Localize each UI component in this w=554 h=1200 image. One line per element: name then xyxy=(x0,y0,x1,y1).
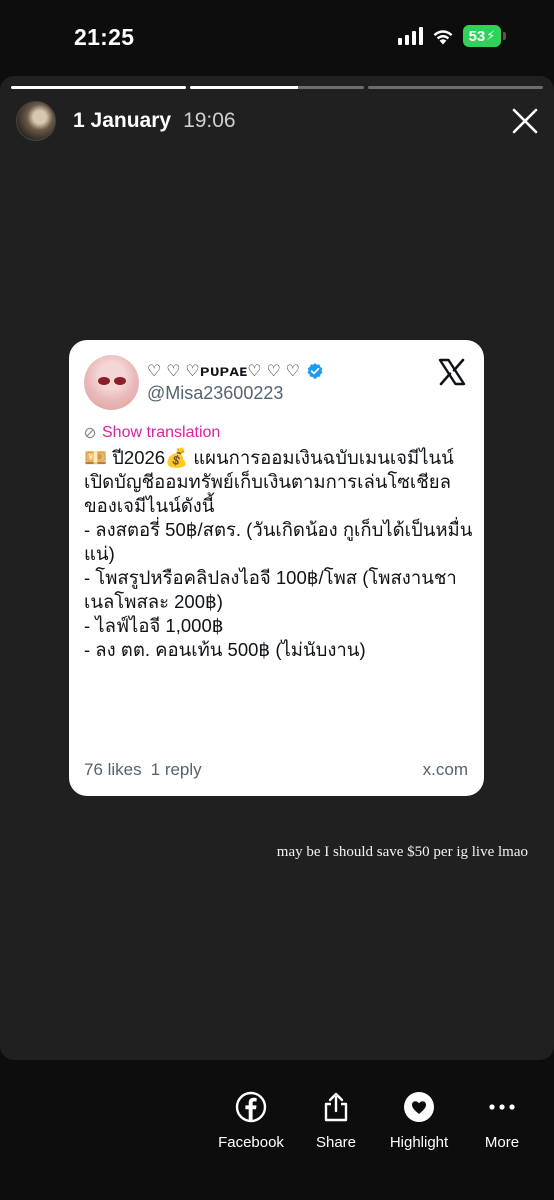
status-bar: 21:25 53 ⚡ xyxy=(0,0,554,74)
story-viewer[interactable]: 1 January 19:06 ♡ ♡ ♡ᴘᴜᴘᴀᴇ♡ ♡ ♡ @Misa236… xyxy=(0,76,554,1060)
close-button[interactable] xyxy=(508,104,542,138)
story-caption: may be I should save $50 per ig live lma… xyxy=(276,844,528,860)
more-button[interactable]: More xyxy=(457,1090,547,1151)
more-label: More xyxy=(484,1134,520,1151)
story-date: 1 January xyxy=(73,109,172,132)
story-actions-bar: Facebook Share Highlight More xyxy=(0,1060,554,1200)
progress-segment xyxy=(189,86,365,89)
tweet-handle: @Misa23600223 xyxy=(147,383,284,403)
status-time: 21:25 xyxy=(74,24,135,50)
highlight-button[interactable]: Highlight xyxy=(374,1090,464,1151)
translate-icon xyxy=(84,427,96,439)
tweet-source[interactable]: x.com xyxy=(423,760,468,780)
battery-level: 53 xyxy=(468,27,486,45)
highlight-heart-icon xyxy=(402,1090,436,1124)
story-author-avatar[interactable] xyxy=(16,101,56,141)
status-icons: 53 ⚡ xyxy=(398,25,506,47)
facebook-label: Facebook xyxy=(218,1134,284,1151)
tweet-likes: 76 likes xyxy=(84,760,142,779)
close-icon xyxy=(512,108,538,134)
story-progress xyxy=(11,86,544,89)
x-logo-icon xyxy=(438,358,466,386)
wifi-icon xyxy=(433,30,453,45)
progress-segment xyxy=(368,86,544,89)
highlight-label: Highlight xyxy=(389,1134,449,1151)
tweet-replies: 1 reply xyxy=(150,760,202,779)
tweet-text: 💴 ปี2026💰 แผนการออมเงินฉบับเมนเจมีไนน์ เ… xyxy=(84,447,473,660)
tweet-card[interactable]: ♡ ♡ ♡ᴘᴜᴘᴀᴇ♡ ♡ ♡ @Misa23600223 Show trans… xyxy=(69,340,484,796)
share-button[interactable]: Share xyxy=(291,1090,381,1151)
show-translation-link[interactable]: Show translation xyxy=(84,424,220,442)
facebook-share-button[interactable]: Facebook xyxy=(206,1090,296,1151)
verified-badge-icon xyxy=(307,363,323,379)
story-time: 19:06 xyxy=(183,109,236,132)
tweet-name-row: ♡ ♡ ♡ᴘᴜᴘᴀᴇ♡ ♡ ♡ xyxy=(147,361,324,381)
facebook-icon xyxy=(234,1090,268,1124)
tweet-author-avatar xyxy=(84,355,139,410)
story-header: 1 January 19:06 xyxy=(16,100,542,142)
charging-bolt-icon: ⚡ xyxy=(486,28,496,43)
battery-indicator: 53 ⚡ xyxy=(463,25,506,47)
more-dots-icon xyxy=(485,1090,519,1124)
progress-segment xyxy=(11,86,186,89)
share-label: Share xyxy=(315,1134,357,1151)
tweet-footer: 76 likes 1 reply x.com xyxy=(84,760,468,780)
tweet-display-name: ♡ ♡ ♡ᴘᴜᴘᴀᴇ♡ ♡ ♡ xyxy=(147,363,301,380)
share-icon xyxy=(319,1090,353,1124)
cellular-signal-icon xyxy=(398,27,423,45)
show-translation-label: Show translation xyxy=(102,424,221,441)
